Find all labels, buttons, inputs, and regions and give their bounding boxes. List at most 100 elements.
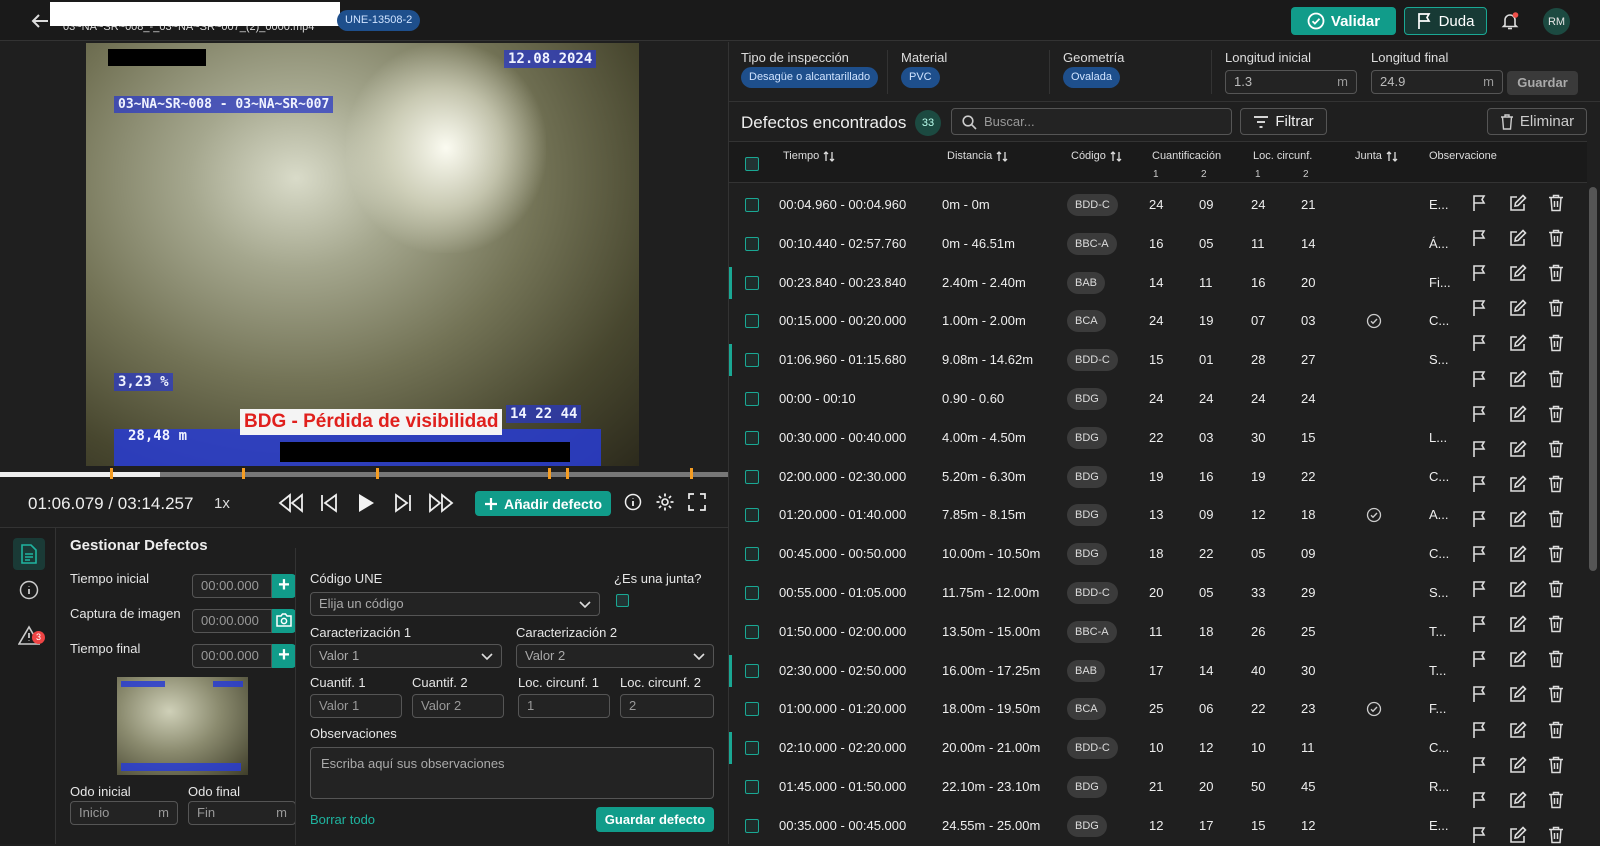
edit-icon[interactable] [1509,264,1529,284]
set-tiempo-final-button[interactable]: + [272,644,296,668]
trash-icon[interactable] [1548,650,1568,670]
row-checkbox[interactable] [745,547,759,562]
edit-icon[interactable] [1509,791,1529,811]
car1-select[interactable]: Valor 1 [310,644,502,668]
defect-marker[interactable] [690,468,693,479]
defect-marker[interactable] [566,468,569,479]
row-checkbox[interactable] [745,353,759,368]
edit-icon[interactable] [1509,615,1529,635]
col-junta[interactable]: Junta [1355,150,1398,162]
flag-icon[interactable] [1471,650,1491,670]
edit-icon[interactable] [1509,685,1529,705]
table-row[interactable]: 01:00.000 - 01:20.000 18.00m - 19.50m 25 06… [729,690,1587,728]
eliminar-button[interactable]: Eliminar [1487,108,1587,135]
rewind-icon[interactable] [276,492,306,514]
obs-textarea[interactable]: Escriba aquí sus observaciones [310,747,714,799]
edit-icon[interactable] [1509,369,1529,390]
flag-icon[interactable] [1471,334,1491,354]
guardar-button[interactable]: Guardar [1507,71,1578,95]
flag-icon[interactable] [1471,685,1491,705]
flag-icon[interactable] [1471,721,1491,741]
flag-icon[interactable] [1471,756,1491,776]
car2-select[interactable]: Valor 2 [516,644,714,668]
row-checkbox[interactable] [745,624,759,639]
search-input[interactable]: Buscar... [951,108,1232,135]
flag-icon[interactable] [1471,405,1491,425]
table-row[interactable]: 02:10.000 - 02:20.000 20.00m - 21.00m 10 12… [729,729,1587,767]
trash-icon[interactable] [1548,791,1568,811]
row-checkbox[interactable] [745,198,759,212]
trash-icon[interactable] [1548,510,1568,530]
table-row[interactable]: 02:00.000 - 02:30.000 5.20m - 6.30m 19 16 19… [729,458,1587,496]
gear-icon[interactable] [655,492,675,514]
duda-button[interactable]: Duda [1404,7,1487,35]
material-chip[interactable]: PVC [901,67,940,88]
codigo-select[interactable]: Elija un código [310,592,600,616]
edit-icon[interactable] [1509,404,1529,425]
trash-icon[interactable] [1548,299,1568,319]
flag-icon[interactable] [1471,545,1491,565]
step-back-icon[interactable] [318,492,340,514]
table-row[interactable]: 00:55.000 - 01:05.000 11.75m - 12.00m 20 05… [729,574,1587,612]
table-row[interactable]: 00:30.000 - 00:40.000 4.00m - 4.50m 22 03 30… [729,419,1587,457]
trash-icon[interactable] [1548,545,1568,565]
row-checkbox[interactable] [745,430,759,445]
col-distancia[interactable]: Distancia [947,150,1008,162]
play-icon[interactable] [354,492,376,514]
add-defect-button[interactable]: Añadir defecto [475,491,611,516]
flag-icon[interactable] [1471,440,1491,460]
validar-button[interactable]: Validar [1291,7,1396,35]
table-row[interactable]: 02:30.000 - 02:50.000 16.00m - 17.25m 17 14… [729,652,1587,690]
speed-selector[interactable]: 1x [214,495,230,512]
nav-info[interactable] [13,574,45,606]
video-frame[interactable]: 12.08.2024 03~NA~SR~008 - 03~NA~SR~007 3… [86,43,639,466]
table-row[interactable]: 01:50.000 - 02:00.000 13.50m - 15.00m 11 18… [729,613,1587,651]
flag-icon[interactable] [1471,826,1491,846]
table-row[interactable]: 00:15.000 - 00:20.000 1.00m - 2.00m 24 19 07… [729,302,1587,340]
row-checkbox[interactable] [745,702,759,717]
defect-marker[interactable] [242,468,245,479]
row-checkbox[interactable] [745,508,759,523]
flag-icon[interactable] [1471,580,1491,600]
row-checkbox[interactable] [745,469,759,484]
edit-icon[interactable] [1509,475,1529,495]
loc2-input[interactable]: 2 [620,694,714,718]
flag-icon[interactable] [1471,510,1491,530]
trash-icon[interactable] [1548,440,1568,460]
table-row[interactable]: 01:20.000 - 01:40.000 7.85m - 8.15m 13 09 12… [729,496,1587,534]
edit-icon[interactable] [1509,826,1529,846]
set-tiempo-inicial-button[interactable]: + [272,574,296,598]
long-fin-input[interactable]: 24.9 m [1371,70,1503,94]
table-row[interactable]: 00:35.000 - 00:45.000 24.55m - 25.00m 12 17… [729,807,1587,844]
flag-icon[interactable] [1471,615,1491,635]
defect-marker[interactable] [110,468,113,479]
flag-icon[interactable] [1471,299,1491,319]
flag-icon[interactable] [1471,264,1491,284]
row-checkbox[interactable] [745,663,759,678]
row-checkbox[interactable] [745,818,759,833]
odo-final-input[interactable]: Fin m [188,801,296,825]
cuantif1-input[interactable]: Valor 1 [310,694,402,718]
trash-icon[interactable] [1548,721,1568,741]
edit-icon[interactable] [1509,334,1529,354]
table-row[interactable]: 00:00 - 00:10 0.90 - 0.60 24 24 24 24 BDG [729,380,1587,418]
select-all-checkbox[interactable] [745,157,759,171]
row-checkbox[interactable] [745,275,759,290]
avatar[interactable]: RM [1543,8,1570,35]
edit-icon[interactable] [1509,755,1529,776]
flag-icon[interactable] [1471,194,1491,214]
trash-icon[interactable] [1548,194,1568,214]
tipo-chip[interactable]: Desagüe o alcantarillado [741,67,879,88]
trash-icon[interactable] [1548,334,1568,354]
scrollbar[interactable] [1589,187,1597,571]
edit-icon[interactable] [1509,650,1529,670]
junta-checkbox[interactable] [616,594,629,607]
edit-icon[interactable] [1509,510,1529,530]
flag-icon[interactable] [1471,229,1491,249]
row-checkbox[interactable] [745,236,759,251]
defect-marker[interactable] [376,468,379,479]
edit-icon[interactable] [1509,720,1529,741]
tiempo-inicial-input[interactable]: 00:00.000 [192,574,272,598]
fast-forward-icon[interactable] [426,492,456,514]
table-row[interactable]: 01:45.000 - 01:50.000 22.10m - 23.10m 21 20… [729,768,1587,806]
